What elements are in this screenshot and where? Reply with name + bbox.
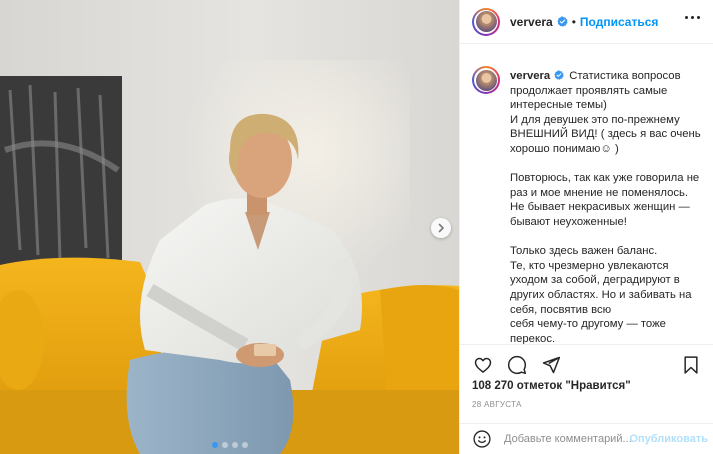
- avatar-image: [475, 11, 497, 32]
- verified-badge-icon: [557, 16, 568, 27]
- avatar[interactable]: [472, 7, 500, 36]
- next-photo-button[interactable]: [431, 218, 451, 238]
- publish-button[interactable]: Опубликовать: [629, 433, 708, 445]
- username-link[interactable]: ververa: [510, 15, 553, 29]
- comment-button[interactable]: [506, 354, 528, 376]
- comment-bar: Опубликовать: [460, 423, 713, 454]
- post-date[interactable]: 28 АВГУСТА: [472, 400, 522, 409]
- more-options-icon[interactable]: [685, 16, 700, 19]
- follow-button[interactable]: Подписаться: [580, 15, 658, 29]
- avatar-frame: [474, 9, 498, 34]
- separator-dot: •: [571, 14, 576, 29]
- caption-username[interactable]: ververa: [510, 70, 550, 82]
- more-dot: [697, 16, 700, 19]
- verified-badge-icon: [554, 70, 565, 81]
- avatar[interactable]: [472, 66, 500, 94]
- caption-row: ververa Статистика вопросов продолжает пр…: [472, 56, 702, 346]
- carousel-indicator: [0, 442, 459, 448]
- like-button[interactable]: [472, 354, 494, 376]
- caption-text: ververa Статистика вопросов продолжает пр…: [510, 69, 702, 346]
- caption-paragraph: Только здесь важен баланс.: [510, 245, 658, 258]
- caption-paragraph: Повторюсь, так как уже говорила не раз и…: [510, 172, 700, 228]
- caption-paragraph: себя чему-то другому — тоже перекос.: [510, 318, 666, 345]
- bookmark-icon: [684, 355, 698, 374]
- paper-plane-icon: [542, 356, 561, 373]
- caption-paragraph: Те, кто чрезмерно увлекаются уходом за с…: [510, 259, 692, 316]
- avatar-frame: [474, 68, 498, 92]
- emoji-button[interactable]: [472, 429, 492, 449]
- post-side-panel: ververa • Подписаться ververa Статистика …: [459, 0, 713, 454]
- carousel-dot: [221, 442, 228, 448]
- more-dot: [685, 16, 688, 19]
- instagram-post: ververa • Подписаться ververa Статистика …: [0, 0, 713, 454]
- heart-icon: [474, 357, 492, 373]
- action-bar: [460, 344, 713, 384]
- avatar-image: [475, 69, 497, 91]
- likes-count[interactable]: 108 270 отметок "Нравится": [472, 380, 631, 392]
- post-photo[interactable]: [0, 0, 459, 454]
- share-button[interactable]: [540, 354, 562, 376]
- chevron-right-icon: [438, 223, 444, 233]
- carousel-dot: [231, 442, 238, 448]
- caption-line-1: ververa Статистика вопросов продолжает пр…: [510, 69, 702, 113]
- carousel-dot: [241, 442, 248, 448]
- carousel-dot: [211, 442, 218, 448]
- post-header: ververa • Подписаться: [460, 0, 713, 44]
- smiley-icon: [473, 430, 491, 448]
- save-button[interactable]: [680, 354, 702, 376]
- more-dot: [691, 16, 694, 19]
- comment-icon: [507, 355, 527, 374]
- caption-area: ververa Статистика вопросов продолжает пр…: [460, 56, 713, 346]
- comment-input[interactable]: [504, 433, 632, 445]
- photo-illustration: [0, 0, 459, 454]
- caption-paragraph: И для девушек это по-прежнему ВНЕШНИЙ ВИ…: [510, 113, 701, 155]
